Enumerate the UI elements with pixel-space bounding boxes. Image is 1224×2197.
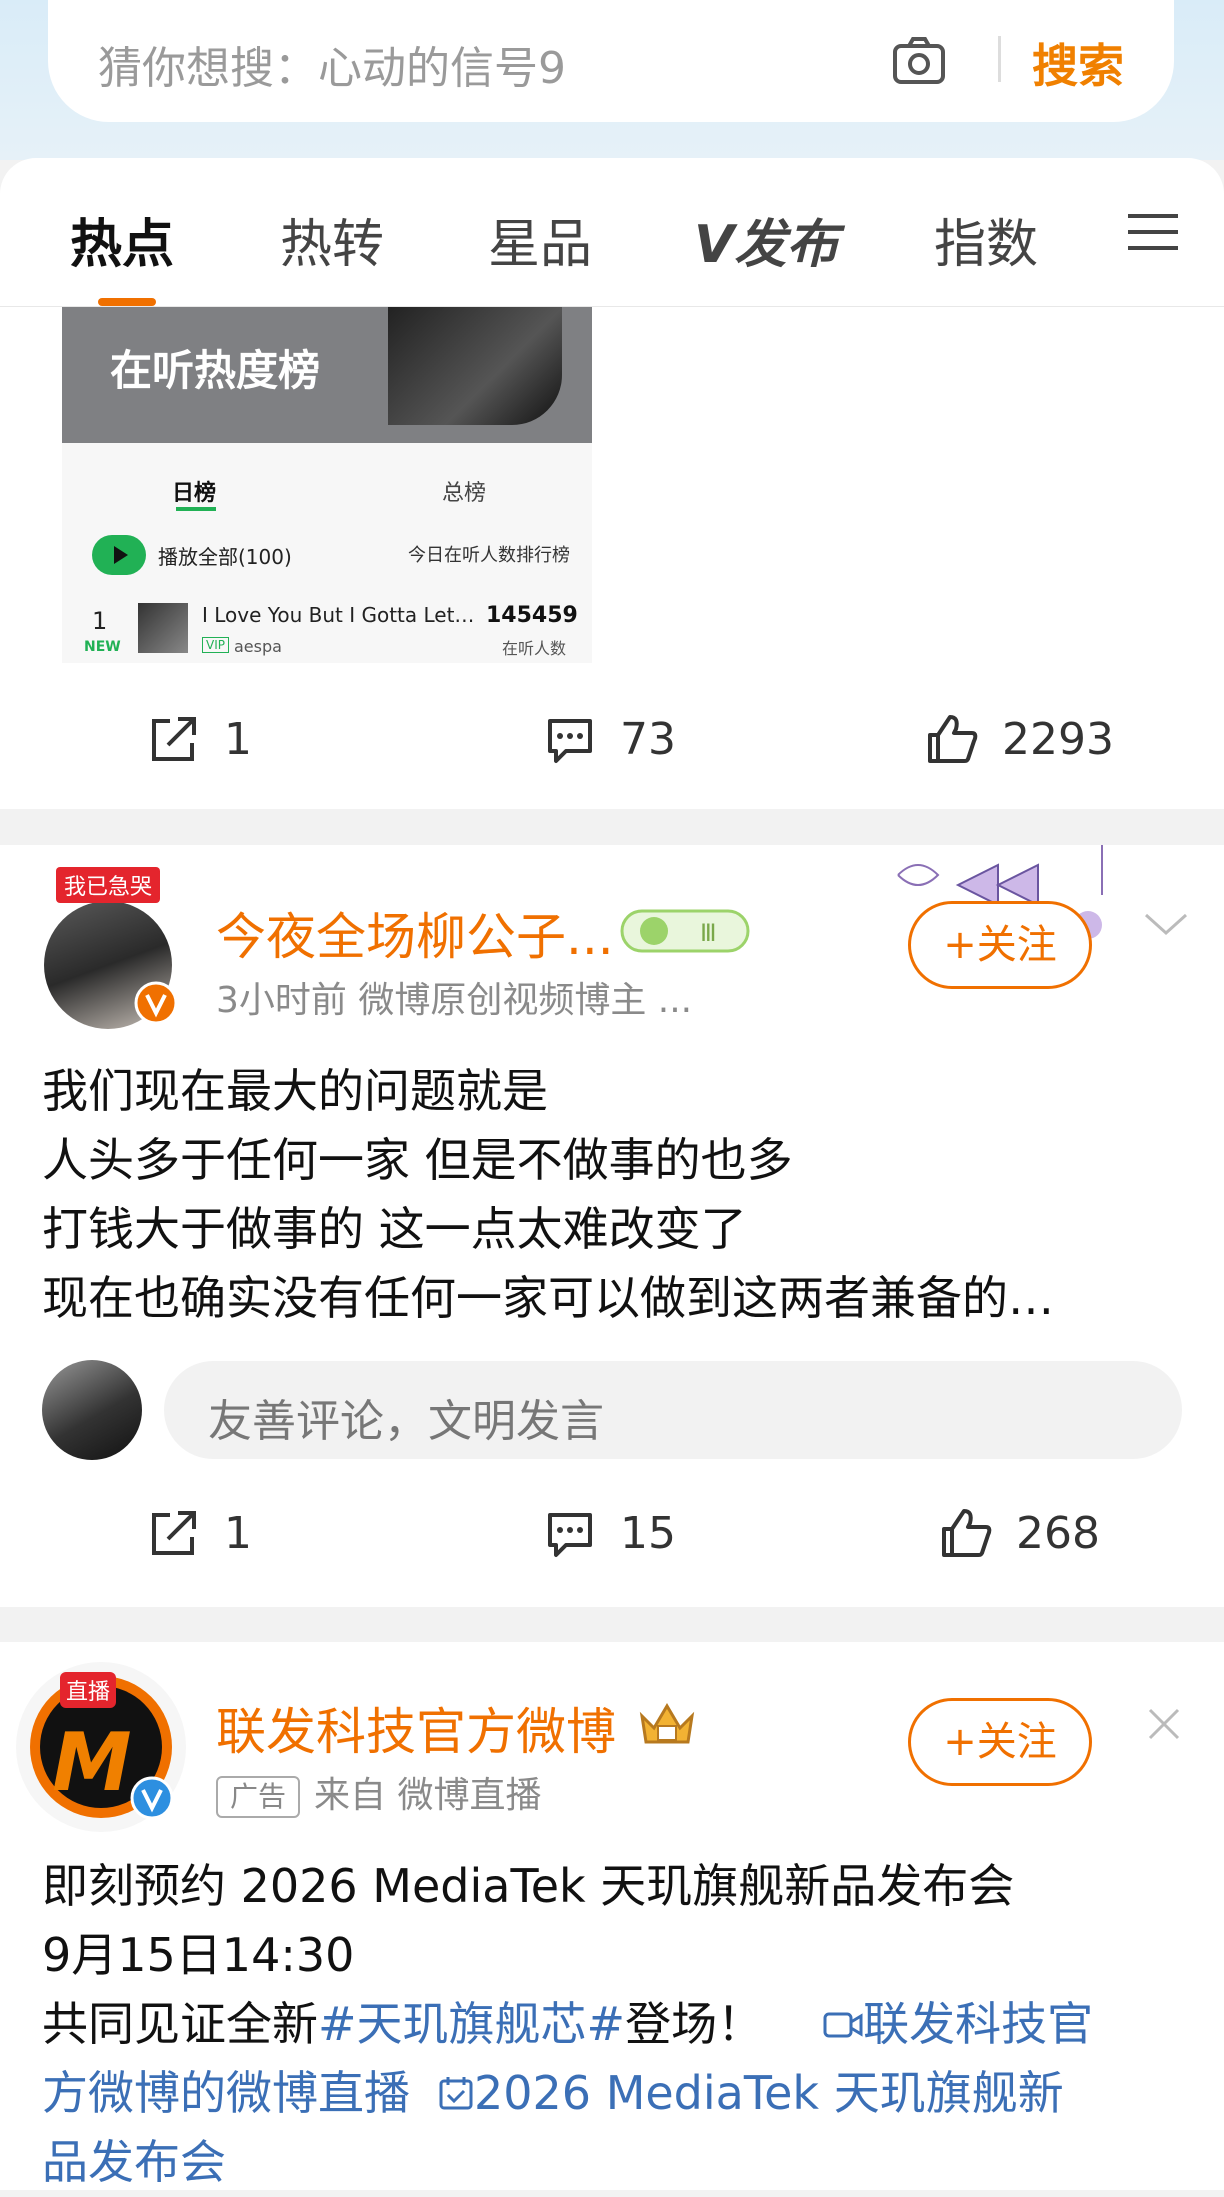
comment-button[interactable]: 15 <box>542 1505 676 1561</box>
verified-icon <box>130 1776 174 1820</box>
daily-tab-underline <box>176 507 216 511</box>
username[interactable]: 联发科技官方微博 <box>216 1692 616 1764</box>
calendar-icon <box>439 2077 473 2110</box>
post-text-line: 9月15日14:30 <box>42 1928 355 1982</box>
search-divider <box>998 36 1001 82</box>
text-prefix: 共同见证全新 <box>42 1997 318 2051</box>
play-all-label: 播放全部(100) <box>158 545 292 569</box>
my-avatar <box>42 1360 142 1460</box>
live-link[interactable]: 联发科技官 <box>863 1997 1093 2051</box>
post-text-line: 我们现在最大的问题就是 <box>42 1064 548 1118</box>
comment-icon <box>548 719 592 763</box>
svg-text:Ⅲ: Ⅲ <box>700 919 717 947</box>
tab-hot-repost[interactable]: 热转 <box>280 202 384 277</box>
post-text-line: 人头多于任何一家 但是不做事的也多 <box>42 1133 793 1187</box>
share-icon <box>152 1511 196 1555</box>
action-bar: 1 73 2293 <box>0 687 1224 787</box>
tab-bar: 热点 热转 星品 V发布 指数 <box>0 158 1224 307</box>
post-text-line: 共同见证全新#天玑旗舰芯#登场！ 联发科技官 <box>42 1990 1093 2059</box>
active-tab-indicator <box>98 298 156 306</box>
live-link-cont[interactable]: 方微博的微博直播 <box>42 2066 410 2120</box>
comment-count: 15 <box>620 1507 676 1559</box>
action-bar: 1 15 268 <box>0 1481 1224 1581</box>
camera-icon[interactable] <box>890 32 948 90</box>
post-meta: 3小时前 微博原创视频博主 ... <box>216 980 693 1021</box>
logo-mark: M <box>52 1716 132 1809</box>
close-icon[interactable] <box>1146 1706 1182 1742</box>
verified-icon <box>134 981 178 1025</box>
top-bar: 猜你想搜：心动的信号9 搜索 <box>0 0 1224 160</box>
level-badge-icon: Ⅲ <box>620 909 750 953</box>
comment-input[interactable]: 友善评论，文明发言 <box>164 1361 1182 1459</box>
search-bar[interactable]: 猜你想搜：心动的信号9 搜索 <box>48 0 1174 122</box>
repost-count: 1 <box>224 713 252 765</box>
tab-index[interactable]: 指数 <box>934 202 1038 277</box>
tab-star-product[interactable]: 星品 <box>488 202 592 277</box>
follow-button[interactable]: +关注 <box>908 1698 1092 1786</box>
post-source: 来自 微博直播 <box>314 1775 542 1816</box>
ranking-label: 今日在听人数排行榜 <box>408 545 570 566</box>
tab-v-publish[interactable]: V发布 <box>694 202 838 277</box>
post-card: 我已急哭 今夜全场柳公子... Ⅲ 3小时前 微博原创视频博主 ... +关注 … <box>0 845 1224 1607</box>
rank-number: 1 <box>92 607 108 635</box>
thumbs-up-icon <box>942 1509 992 1557</box>
event-link[interactable]: 2026 MediaTek 天玑旗舰新 <box>474 2066 1064 2120</box>
username[interactable]: 今夜全场柳公子... <box>216 897 614 969</box>
new-tag: NEW <box>84 639 121 655</box>
crown-icon <box>639 1703 695 1744</box>
comment-count: 73 <box>620 713 676 765</box>
album-cover <box>388 307 562 425</box>
repost-count: 1 <box>224 1507 252 1559</box>
live-badge: 直播 <box>60 1672 117 1708</box>
repost-button[interactable]: 1 <box>146 1505 252 1561</box>
play-icon <box>92 535 146 575</box>
post-text-line: 方微博的微博直播 2026 MediaTek 天玑旗舰新 <box>42 2059 1064 2128</box>
text-suffix: 登场！ <box>625 1997 764 2051</box>
menu-icon[interactable] <box>1128 210 1178 254</box>
comment-icon <box>548 1513 592 1557</box>
video-icon <box>823 2012 863 2038</box>
chart-title: 在听热度榜 <box>110 346 321 395</box>
post-text-line: 打钱大于做事的 这一点太难改变了 <box>42 1202 747 1256</box>
chart-header: 在听热度榜 <box>62 307 592 443</box>
follow-button[interactable]: +关注 <box>908 901 1092 989</box>
post-meta: 广告 来自 微博直播 <box>216 1766 541 1818</box>
post-card: M 直播 联发科技官方微博 广告 来自 微博直播 +关注 即刻预约 2026 Me… <box>0 1642 1224 2190</box>
like-count: 268 <box>1016 1507 1100 1559</box>
repost-button[interactable]: 1 <box>146 711 252 767</box>
like-button[interactable]: 268 <box>938 1505 1100 1561</box>
user-badge: 我已急哭 <box>56 867 161 903</box>
ad-tag: 广告 <box>216 1776 301 1818</box>
daily-tab: 日榜 <box>172 481 217 506</box>
like-button[interactable]: 2293 <box>924 711 1114 767</box>
post-text-line: 即刻预约 2026 MediaTek 天玑旗舰新品发布会 <box>42 1859 1015 1913</box>
search-placeholder[interactable]: 猜你想搜：心动的信号9 <box>98 32 566 96</box>
post-text-line[interactable]: 现在也确实没有任何一家可以做到这两者兼备的… <box>42 1264 1054 1333</box>
thumbs-up-icon <box>928 715 978 763</box>
song-title: I Love You But I Gotta Let… <box>202 603 475 627</box>
total-tab: 总榜 <box>442 481 487 506</box>
like-count: 2293 <box>1002 713 1114 765</box>
search-button[interactable]: 搜索 <box>1008 30 1148 96</box>
listener-count: 145459 <box>486 603 578 628</box>
chevron-down-icon[interactable] <box>1142 909 1190 939</box>
event-link-cont[interactable]: 品发布会 <box>42 2135 226 2189</box>
listener-count-label: 在听人数 <box>502 639 567 658</box>
hashtag-link[interactable]: #天玑旗舰芯# <box>318 1997 625 2051</box>
post-card: 在听热度榜 日榜 总榜 播放全部(100) 今日在听人数排行榜 1 NEW I … <box>0 307 1224 809</box>
share-icon <box>152 717 196 761</box>
comment-placeholder: 友善评论，文明发言 <box>208 1396 604 1447</box>
vip-tag: VIP <box>202 637 229 653</box>
post-image[interactable]: 在听热度榜 日榜 总榜 播放全部(100) 今日在听人数排行榜 1 NEW I … <box>62 307 592 663</box>
comment-button[interactable]: 73 <box>542 711 676 767</box>
post-text-line: 品发布会 <box>42 2128 226 2197</box>
song-thumbnail <box>138 603 188 653</box>
tab-hot[interactable]: 热点 <box>70 202 174 277</box>
artist-name: aespa <box>234 637 282 656</box>
